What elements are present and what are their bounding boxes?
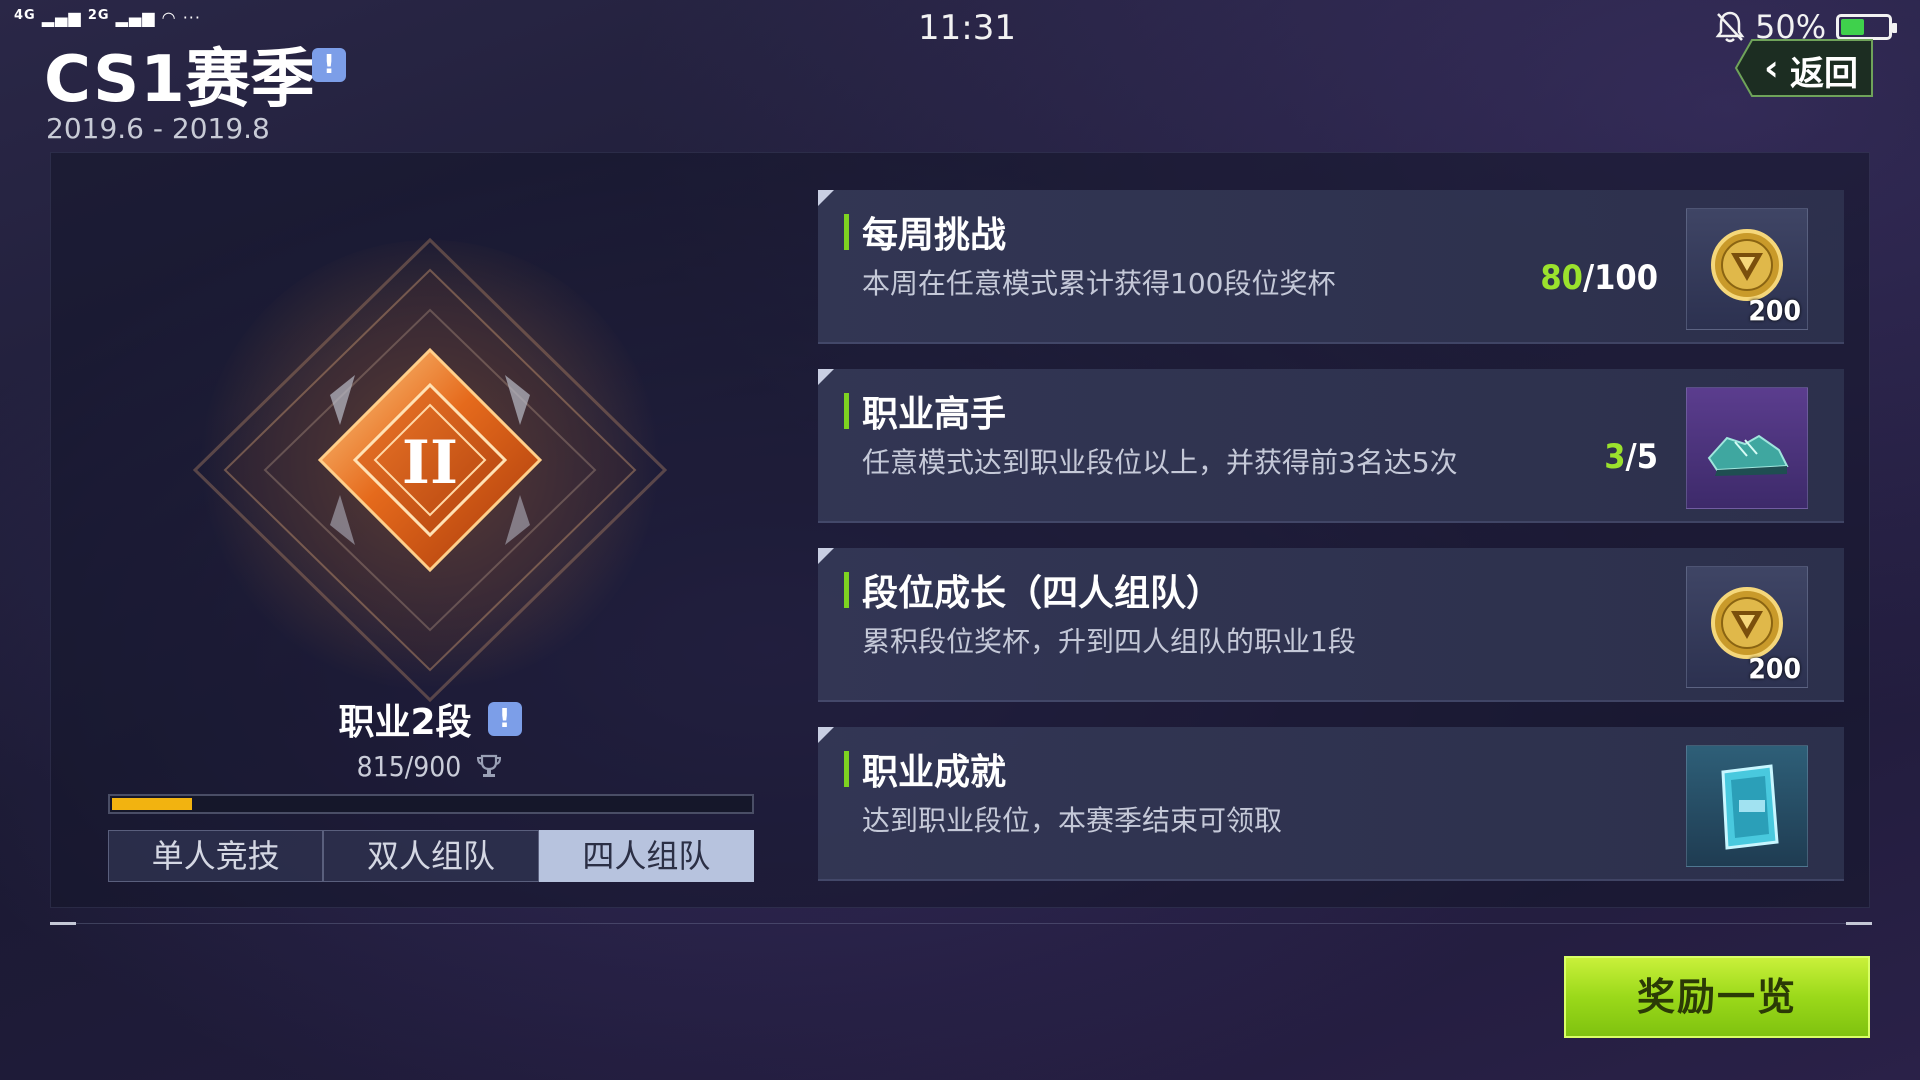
reward-item[interactable]: 200 (1686, 566, 1808, 688)
task-description: 达到职业段位，本赛季结束可领取 (862, 804, 1283, 837)
task-title: 职业高手 (862, 394, 1007, 435)
clock: 11:31 (918, 8, 1016, 48)
tab-squad[interactable]: 四人组队 (538, 830, 754, 882)
rank-name: 职业2段 (338, 702, 472, 743)
rank-progress-bar (108, 794, 754, 814)
task-description: 累积段位奖杯，升到四人组队的职业1段 (862, 625, 1356, 658)
divider-cap (50, 922, 76, 925)
signal-bars-icon: ▂▄▆ (115, 8, 156, 27)
info-icon[interactable]: ! (312, 48, 346, 82)
season-date-range: 2019.6 - 2019.8 (46, 112, 270, 145)
network-2g-label: 2G (87, 8, 110, 23)
task-progress: 3/5 (1604, 437, 1658, 477)
more-dots: ··· (182, 8, 201, 27)
task-card-rank-growth[interactable]: 段位成长（四人组队） 累积段位奖杯，升到四人组队的职业1段 200 (818, 548, 1844, 702)
crystal-card-icon (1721, 764, 1779, 850)
divider (76, 923, 1846, 924)
rank-score-row: 815/900 (260, 748, 600, 784)
back-button[interactable]: ‹ 返回 (1734, 38, 1874, 98)
signal-bars-icon: ▂▄▆ (41, 8, 82, 27)
network-4g-label: 4G (14, 8, 36, 23)
task-description: 本周在任意模式累计获得100段位奖杯 (862, 267, 1336, 300)
battery-icon (1836, 14, 1898, 40)
wifi-icon: ◠ (161, 8, 177, 27)
mode-tabs: 单人竞技 双人组队 四人组队 (108, 830, 754, 882)
task-progress-total: /5 (1625, 437, 1658, 477)
tab-solo[interactable]: 单人竞技 (108, 830, 324, 882)
reward-item[interactable]: 200 (1686, 208, 1808, 330)
task-card-weekly-challenge[interactable]: 每周挑战 本周在任意模式累计获得100段位奖杯 80/100 200 (818, 190, 1844, 344)
chevron-left-icon: ‹ (1764, 48, 1779, 89)
task-progress-current: 80 (1540, 258, 1583, 298)
reward-item[interactable] (1686, 387, 1808, 509)
task-title: 每周挑战 (862, 215, 1007, 256)
task-title: 职业成就 (862, 752, 1007, 793)
page-title: CS1赛季 (44, 43, 316, 117)
reward-item[interactable] (1686, 745, 1808, 867)
emblem-numeral: II (402, 428, 458, 498)
back-label: 返回 (1790, 54, 1858, 94)
rank-name-row: 职业2段 ! (260, 694, 600, 744)
task-card-pro-master[interactable]: 职业高手 任意模式达到职业段位以上，并获得前3名达5次 3/5 (818, 369, 1844, 523)
reward-count: 200 (1748, 294, 1801, 327)
info-icon[interactable]: ! (487, 702, 522, 736)
rank-progress-fill (112, 798, 192, 810)
task-progress-current: 3 (1604, 437, 1626, 477)
task-card-pro-achievement[interactable]: 职业成就 达到职业段位，本赛季结束可领取 (818, 727, 1844, 881)
divider-cap (1846, 922, 1872, 925)
task-title: 段位成长（四人组队） (862, 573, 1223, 614)
rank-emblem-icon: II (192, 237, 668, 703)
rewards-overview-button[interactable]: 奖励一览 (1564, 956, 1870, 1038)
signal-indicators: 4G ▂▄▆ 2G ▂▄▆ ◠ ··· (14, 8, 201, 27)
sneaker-icon (1707, 434, 1789, 476)
trophy-icon (477, 754, 502, 777)
task-progress: 80/100 (1540, 258, 1658, 298)
rank-score: 815/900 (356, 749, 462, 783)
task-progress-total: /100 (1582, 258, 1658, 298)
battery-level (1841, 19, 1865, 35)
task-description: 任意模式达到职业段位以上，并获得前3名达5次 (862, 446, 1458, 479)
reward-count: 200 (1748, 652, 1801, 685)
tab-duo[interactable]: 双人组队 (323, 830, 539, 882)
